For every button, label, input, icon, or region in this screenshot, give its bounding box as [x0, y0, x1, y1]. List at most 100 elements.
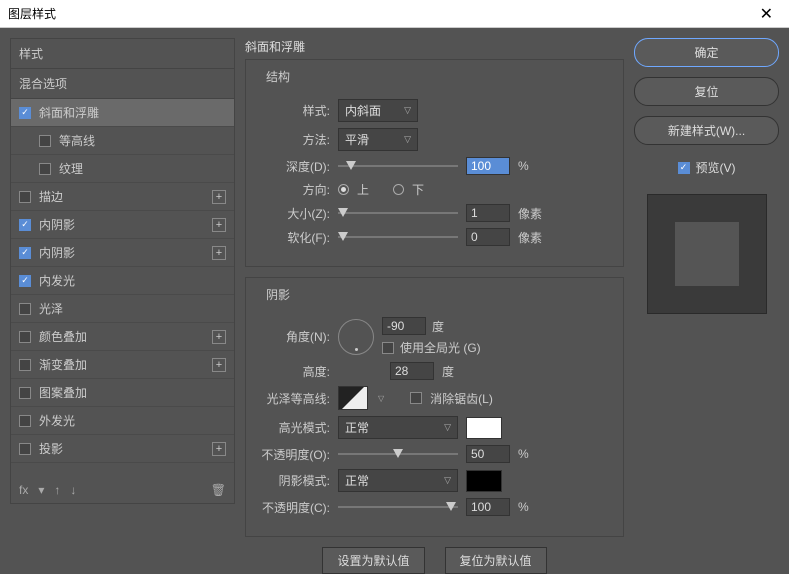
- ok-button[interactable]: 确定: [634, 38, 779, 67]
- plus-icon[interactable]: +: [212, 190, 226, 204]
- style-item-label: 等高线: [59, 132, 226, 149]
- style-checkbox[interactable]: [39, 163, 51, 175]
- style-item-label: 描边: [39, 188, 212, 205]
- plus-icon[interactable]: +: [212, 218, 226, 232]
- style-item-3[interactable]: 描边+: [11, 183, 234, 211]
- style-item-6[interactable]: 内发光: [11, 267, 234, 295]
- shadow-mode-select[interactable]: 正常▽: [338, 469, 458, 492]
- style-checkbox[interactable]: [19, 275, 31, 287]
- style-item-4[interactable]: 内阴影+: [11, 211, 234, 239]
- style-item-1[interactable]: 等高线: [11, 127, 234, 155]
- arrow-up-icon[interactable]: ↑: [54, 483, 60, 497]
- angle-wheel[interactable]: [338, 319, 374, 355]
- style-checkbox[interactable]: [19, 387, 31, 399]
- preview-toggle[interactable]: 预览(V): [634, 159, 779, 176]
- direction-down-radio[interactable]: [393, 184, 404, 195]
- style-checkbox[interactable]: [19, 415, 31, 427]
- caret-down-icon[interactable]: ▾: [38, 483, 44, 497]
- sidebar-header: 样式: [11, 39, 234, 69]
- style-checkbox[interactable]: [19, 247, 31, 259]
- style-item-10[interactable]: 图案叠加: [11, 379, 234, 407]
- fx-icon[interactable]: fx: [19, 483, 28, 497]
- style-checkbox[interactable]: [19, 219, 31, 231]
- style-item-label: 颜色叠加: [39, 328, 212, 345]
- soften-slider[interactable]: [338, 231, 458, 243]
- structure-group: 结构 样式: 内斜面▽ 方法: 平滑▽ 深度(D): 100 % 方向: 上 下: [245, 59, 624, 267]
- direction-label: 方向:: [258, 181, 330, 198]
- shadow-mode-label: 阴影模式:: [258, 472, 330, 489]
- shadow-opacity-slider[interactable]: [338, 501, 458, 513]
- preview-swatch: [675, 222, 739, 286]
- style-item-7[interactable]: 光泽: [11, 295, 234, 323]
- chevron-down-icon: ▽: [444, 422, 451, 433]
- style-checkbox[interactable]: [19, 303, 31, 315]
- style-item-label: 纹理: [59, 160, 226, 177]
- style-checkbox[interactable]: [19, 107, 31, 119]
- style-item-label: 内阴影: [39, 216, 212, 233]
- style-item-5[interactable]: 内阴影+: [11, 239, 234, 267]
- method-label: 方法:: [258, 131, 330, 148]
- shadow-opacity-input[interactable]: 100: [466, 498, 510, 516]
- style-select[interactable]: 内斜面▽: [338, 99, 418, 122]
- global-light-checkbox[interactable]: [382, 342, 394, 354]
- style-checkbox[interactable]: [19, 443, 31, 455]
- style-checkbox[interactable]: [19, 331, 31, 343]
- angle-input[interactable]: -90: [382, 317, 426, 335]
- altitude-input[interactable]: 28: [390, 362, 434, 380]
- soften-input[interactable]: 0: [466, 228, 510, 246]
- plus-icon[interactable]: +: [212, 246, 226, 260]
- chevron-down-icon[interactable]: ▽: [378, 394, 384, 403]
- direction-up-radio[interactable]: [338, 184, 349, 195]
- dialog-body: 样式 混合选项 斜面和浮雕等高线纹理描边+内阴影+内阴影+内发光光泽颜色叠加+渐…: [0, 28, 789, 514]
- trash-icon[interactable]: 🗑: [211, 483, 226, 497]
- style-item-label: 图案叠加: [39, 384, 226, 401]
- antialias-label: 消除锯齿(L): [430, 390, 493, 407]
- styles-sidebar: 样式 混合选项 斜面和浮雕等高线纹理描边+内阴影+内阴影+内发光光泽颜色叠加+渐…: [10, 38, 235, 504]
- shadow-color-swatch[interactable]: [466, 470, 502, 492]
- style-checkbox[interactable]: [19, 191, 31, 203]
- style-item-12[interactable]: 投影+: [11, 435, 234, 463]
- plus-icon[interactable]: +: [212, 442, 226, 456]
- highlight-opacity-input[interactable]: 50: [466, 445, 510, 463]
- direction-up-label: 上: [357, 181, 369, 198]
- method-select[interactable]: 平滑▽: [338, 128, 418, 151]
- depth-slider[interactable]: [338, 160, 458, 172]
- style-item-0[interactable]: 斜面和浮雕: [11, 99, 234, 127]
- plus-icon[interactable]: +: [212, 330, 226, 344]
- cancel-button[interactable]: 复位: [634, 77, 779, 106]
- depth-input[interactable]: 100: [466, 157, 510, 175]
- new-style-button[interactable]: 新建样式(W)...: [634, 116, 779, 145]
- angle-unit: 度: [432, 318, 444, 335]
- style-checkbox[interactable]: [39, 135, 51, 147]
- size-unit: 像素: [518, 205, 548, 222]
- shading-title: 阴影: [262, 286, 294, 303]
- arrow-down-icon[interactable]: ↓: [70, 483, 76, 497]
- close-icon[interactable]: ✕: [752, 4, 781, 24]
- style-item-label: 内阴影: [39, 244, 212, 261]
- titlebar: 图层样式 ✕: [0, 0, 789, 28]
- style-item-2[interactable]: 纹理: [11, 155, 234, 183]
- preview-checkbox[interactable]: [678, 162, 690, 174]
- sidebar-blend-options[interactable]: 混合选项: [11, 69, 234, 99]
- style-item-11[interactable]: 外发光: [11, 407, 234, 435]
- style-item-label: 斜面和浮雕: [39, 104, 226, 121]
- style-item-label: 渐变叠加: [39, 356, 212, 373]
- preview-box: [647, 194, 767, 314]
- style-checkbox[interactable]: [19, 359, 31, 371]
- highlight-color-swatch[interactable]: [466, 417, 502, 439]
- make-default-button[interactable]: 设置为默认值: [322, 547, 424, 574]
- soften-label: 软化(F):: [258, 229, 330, 246]
- style-item-8[interactable]: 颜色叠加+: [11, 323, 234, 351]
- depth-label: 深度(D):: [258, 158, 330, 175]
- reset-default-button[interactable]: 复位为默认值: [445, 547, 547, 574]
- settings-panel: 斜面和浮雕 结构 样式: 内斜面▽ 方法: 平滑▽ 深度(D): 100 % 方…: [245, 38, 624, 504]
- size-slider[interactable]: [338, 207, 458, 219]
- highlight-opacity-slider[interactable]: [338, 448, 458, 460]
- antialias-checkbox[interactable]: [410, 392, 422, 404]
- chevron-down-icon: ▽: [444, 475, 451, 486]
- gloss-contour-picker[interactable]: [338, 386, 368, 410]
- size-input[interactable]: 1: [466, 204, 510, 222]
- style-item-9[interactable]: 渐变叠加+: [11, 351, 234, 379]
- plus-icon[interactable]: +: [212, 358, 226, 372]
- highlight-mode-select[interactable]: 正常▽: [338, 416, 458, 439]
